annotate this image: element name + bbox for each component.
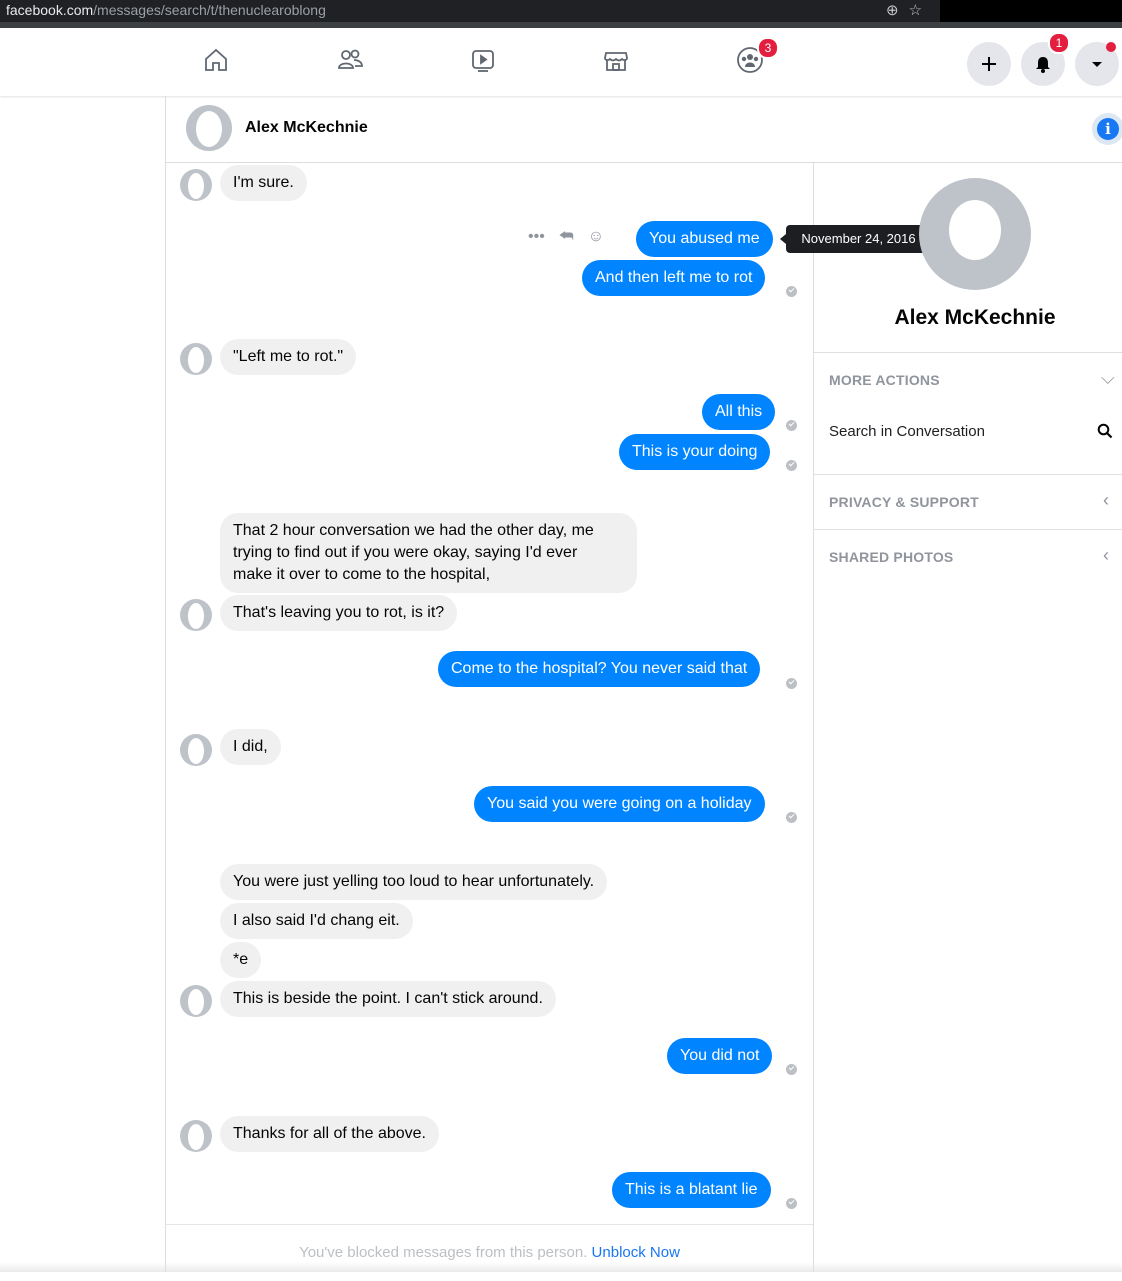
outgoing-message[interactable]: This is a blatant lie xyxy=(612,1172,771,1208)
outgoing-message[interactable]: Come to the hospital? You never said tha… xyxy=(438,651,761,687)
conversation-header: Alex McKechnie xyxy=(165,96,1122,163)
seen-check-icon xyxy=(786,460,797,471)
url-text[interactable]: facebook.com/messages/search/t/thenuclea… xyxy=(6,2,326,18)
contact-name[interactable]: Alex McKechnie xyxy=(245,119,368,137)
privacy-support-header[interactable]: PRIVACY & SUPPORT xyxy=(829,494,979,510)
plus-icon xyxy=(982,57,996,71)
incoming-message[interactable]: I did, xyxy=(220,729,281,765)
incoming-message-multiline[interactable]: That 2 hour conversation we had the othe… xyxy=(220,513,637,593)
top-navigation: 3 1 xyxy=(0,28,1122,96)
incoming-message[interactable]: "Left me to rot." xyxy=(220,339,357,375)
bell-icon xyxy=(1036,57,1050,73)
bottom-fade xyxy=(0,1262,1122,1272)
seen-check-icon xyxy=(786,1064,797,1075)
outgoing-message[interactable]: And then left me to rot xyxy=(582,260,766,296)
profile-avatar-large[interactable] xyxy=(919,178,1031,290)
notifications-badge: 1 xyxy=(1048,32,1070,54)
account-alert-dot xyxy=(1106,42,1116,52)
shared-photos-header[interactable]: SHARED PHOTOS xyxy=(829,549,953,565)
divider xyxy=(814,529,1122,530)
chevron-down-icon[interactable]: ⌵ xyxy=(1101,368,1115,389)
message-line: trying to find out if you were okay, say… xyxy=(233,544,578,561)
create-button[interactable] xyxy=(967,42,1011,86)
toolbar-extension-area xyxy=(940,0,1122,22)
message-hover-actions: ••• ⮪ ☺ xyxy=(528,228,604,246)
contact-avatar[interactable] xyxy=(186,105,232,151)
outgoing-message[interactable]: All this xyxy=(702,394,776,430)
home-icon[interactable] xyxy=(200,44,232,76)
seen-check-icon xyxy=(786,420,797,431)
profile-name[interactable]: Alex McKechnie xyxy=(814,306,1122,330)
incoming-message[interactable]: This is beside the point. I can't stick … xyxy=(220,981,556,1017)
incoming-message[interactable]: I'm sure. xyxy=(220,165,307,201)
browser-url-bar[interactable]: facebook.com/messages/search/t/thenuclea… xyxy=(0,0,1122,22)
more-actions-header[interactable]: MORE ACTIONS xyxy=(829,372,940,388)
bookmark-star-icon[interactable]: ☆ xyxy=(909,2,922,19)
reply-icon[interactable]: ⮪ xyxy=(559,228,574,245)
chevron-left-icon[interactable]: ‹ xyxy=(1103,545,1109,566)
zoom-icon[interactable]: ⊕ xyxy=(886,2,899,19)
info-icon: i xyxy=(1097,118,1119,140)
marketplace-icon[interactable] xyxy=(600,44,632,76)
message-line: make it over to come to the hospital, xyxy=(233,566,491,583)
divider xyxy=(814,352,1122,353)
search-icon[interactable] xyxy=(1097,423,1113,444)
unblock-now-link[interactable]: Unblock Now xyxy=(592,1244,680,1261)
message-line: That 2 hour conversation we had the othe… xyxy=(233,522,594,539)
seen-check-icon xyxy=(786,286,797,297)
sender-avatar[interactable] xyxy=(180,1120,212,1152)
sender-avatar[interactable] xyxy=(180,169,212,201)
incoming-message[interactable]: *e xyxy=(220,942,262,978)
sender-avatar[interactable] xyxy=(180,343,212,375)
incoming-message[interactable]: That's leaving you to rot, is it? xyxy=(220,595,458,631)
friends-icon[interactable] xyxy=(334,44,366,76)
outgoing-message[interactable]: You did not xyxy=(667,1038,773,1074)
panel-border xyxy=(165,96,166,1272)
outgoing-message[interactable]: You said you were going on a holiday xyxy=(474,786,765,822)
groups-badge: 3 xyxy=(757,37,779,59)
more-options-icon[interactable]: ••• xyxy=(528,228,545,245)
seen-check-icon xyxy=(786,678,797,689)
sender-avatar[interactable] xyxy=(180,985,212,1017)
divider xyxy=(814,474,1122,475)
incoming-message[interactable]: You were just yelling too loud to hear u… xyxy=(220,864,608,900)
search-in-conversation[interactable]: Search in Conversation xyxy=(829,423,985,440)
blocked-text: You've blocked messages from this person… xyxy=(299,1244,588,1261)
caret-down-icon xyxy=(1092,62,1102,67)
seen-check-icon xyxy=(786,812,797,823)
watch-icon[interactable] xyxy=(467,44,499,76)
outgoing-message[interactable]: This is your doing xyxy=(619,434,771,470)
incoming-message[interactable]: I also said I'd chang eit. xyxy=(220,903,413,939)
outgoing-message[interactable]: You abused me xyxy=(636,221,773,257)
react-icon[interactable]: ☺ xyxy=(588,228,604,245)
sender-avatar[interactable] xyxy=(180,734,212,766)
conversation-info-button[interactable]: i xyxy=(1092,113,1122,145)
incoming-message[interactable]: Thanks for all of the above. xyxy=(220,1116,439,1152)
chevron-left-icon[interactable]: ‹ xyxy=(1103,490,1109,511)
seen-check-icon xyxy=(786,1198,797,1209)
sender-avatar[interactable] xyxy=(180,599,212,631)
